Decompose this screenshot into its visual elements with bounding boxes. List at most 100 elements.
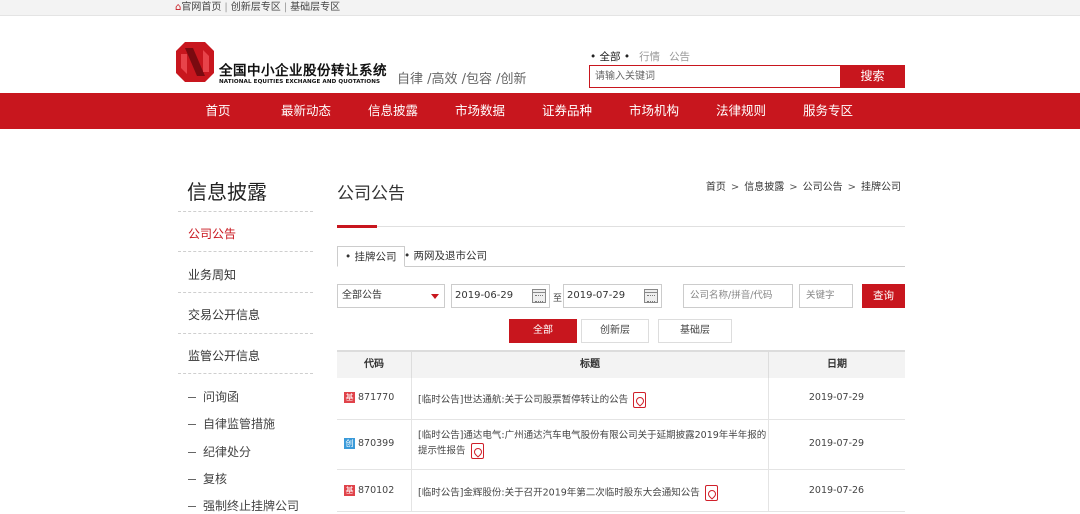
main-nav: 首页 最新动态 信息披露 市场数据 证券品种 市场机构 法律规则 服务专区 bbox=[0, 93, 1080, 129]
top-links-bar: ⌂官网首页 | 创新层专区 | 基础层专区 bbox=[0, 0, 1080, 16]
topbar-separator: | bbox=[224, 2, 228, 13]
sidebar-subitem-label: 自律监管措施 bbox=[203, 417, 276, 431]
search-input[interactable]: 请输入关键词 bbox=[589, 65, 840, 88]
neeq-logo-icon[interactable] bbox=[176, 42, 214, 82]
tier-tab-basic[interactable]: 基础层 bbox=[658, 319, 732, 343]
topbar-link-basic[interactable]: 基础层专区 bbox=[290, 2, 340, 13]
pdf-icon[interactable] bbox=[633, 392, 647, 408]
tier-badge: 基 bbox=[344, 392, 355, 403]
breadcrumb-listed[interactable]: 挂牌公司 bbox=[861, 182, 901, 193]
breadcrumb-arrow: > bbox=[847, 182, 856, 193]
brand-slogan: 自律 /高效 /包容 /创新 bbox=[397, 72, 527, 87]
sidebar-subitem-label: 问询函 bbox=[203, 390, 240, 404]
announcement-type-value: 全部公告 bbox=[342, 290, 382, 301]
sidebar-subitem-label: 纪律处分 bbox=[203, 445, 252, 459]
dash-icon bbox=[188, 424, 196, 425]
calendar-icon[interactable] bbox=[644, 289, 658, 303]
sidebar-item-supervision-info[interactable]: 监管公开信息 bbox=[188, 347, 260, 364]
nav-item-news[interactable]: 最新动态 bbox=[281, 93, 331, 129]
sidebar-subitem-disciplinary[interactable]: 纪律处分 bbox=[188, 443, 251, 460]
brand-name-cn: 全国中小企业股份转让系统 bbox=[219, 63, 387, 79]
sidebar-item-business-notices[interactable]: 业务周知 bbox=[188, 266, 236, 283]
nav-item-market-data[interactable]: 市场数据 bbox=[455, 93, 505, 129]
announcement-title-link[interactable]: [临时公告]通达电气:广州通达汽车电气股份有限公司关于延期披露2019年半年报的… bbox=[418, 429, 768, 459]
table-row[interactable]: 基 870102 [临时公告]金辉股份:关于召开2019年第二次临时股东大会通知公… bbox=[337, 470, 905, 512]
tier-badge: 创 bbox=[344, 438, 355, 449]
tier-badge: 基 bbox=[344, 485, 355, 496]
brand-name-en: NATIONAL EQUITIES EXCHANGE AND QUOTATION… bbox=[219, 79, 381, 85]
dash-icon bbox=[188, 479, 196, 480]
search-scope-tabs: • 全部 • 行情 公告 bbox=[590, 49, 699, 64]
nav-item-institutions[interactable]: 市场机构 bbox=[629, 93, 679, 129]
keyword-input[interactable]: 关键字 bbox=[799, 284, 853, 308]
search-tab-all[interactable]: • 全部 • bbox=[590, 51, 630, 63]
dash-icon bbox=[188, 506, 196, 507]
search-tab-announcements[interactable]: 公告 bbox=[669, 51, 690, 63]
sidebar-subitem-review[interactable]: 复核 bbox=[188, 470, 227, 487]
date-range-to-label: 至 bbox=[553, 294, 563, 304]
sidebar-subitem-inquiry[interactable]: 问询函 bbox=[188, 388, 239, 405]
row-code: 基 871770 bbox=[344, 392, 394, 403]
announcement-date: 2019-07-29 bbox=[808, 438, 865, 449]
table-row[interactable]: 创 870399 [临时公告]通达电气:广州通达汽车电气股份有限公司关于延期披露2… bbox=[337, 420, 905, 470]
announcement-title-link[interactable]: [临时公告]金辉股份:关于召开2019年第二次临时股东大会通知公告 bbox=[418, 485, 768, 501]
sidebar-divider bbox=[178, 251, 313, 252]
title-accent-bar bbox=[337, 225, 377, 228]
topbar-separator: | bbox=[283, 2, 288, 13]
announcement-date: 2019-07-29 bbox=[808, 392, 865, 403]
sidebar-subitem-self-regulation[interactable]: 自律监管措施 bbox=[188, 415, 275, 432]
pdf-icon[interactable] bbox=[470, 443, 484, 459]
tier-tab-innovation[interactable]: 创新层 bbox=[581, 319, 649, 343]
sidebar-subitem-delisting[interactable]: 强制终止挂牌公司 bbox=[188, 497, 299, 514]
search-tab-quotes[interactable]: 行情 bbox=[639, 51, 660, 63]
sidebar-divider bbox=[178, 333, 313, 334]
tier-tab-all[interactable]: 全部 bbox=[509, 319, 577, 343]
tab-delisted-companies[interactable]: • 两网及退市公司 bbox=[397, 246, 494, 267]
page-title: 公司公告 bbox=[337, 184, 405, 204]
cell-divider bbox=[411, 378, 412, 419]
row-code: 创 870399 bbox=[344, 438, 394, 449]
announcement-title: [临时公告]金辉股份:关于召开2019年第二次临时股东大会通知公告 bbox=[418, 487, 700, 499]
security-code: 870102 bbox=[358, 485, 395, 496]
security-code: 870399 bbox=[358, 438, 395, 449]
tab-listed-companies[interactable]: • 挂牌公司 bbox=[337, 246, 405, 267]
pdf-icon[interactable] bbox=[704, 485, 718, 501]
nav-item-disclosure[interactable]: 信息披露 bbox=[368, 93, 418, 129]
nav-item-services[interactable]: 服务专区 bbox=[803, 93, 853, 129]
date-from-input[interactable]: 2019-06-29 bbox=[451, 284, 550, 308]
company-search-input[interactable]: 公司名称/拼音/代码 bbox=[683, 284, 793, 308]
sidebar-item-trading-info[interactable]: 交易公开信息 bbox=[188, 306, 260, 323]
search-button[interactable]: 搜索 bbox=[840, 65, 905, 88]
sidebar-title: 信息披露 bbox=[187, 180, 267, 204]
breadcrumb-home[interactable]: 首页 bbox=[706, 182, 726, 193]
announcement-type-select[interactable]: 全部公告 bbox=[337, 284, 445, 308]
date-to-input[interactable]: 2019-07-29 bbox=[563, 284, 662, 308]
nav-item-home[interactable]: 首页 bbox=[205, 93, 230, 129]
calendar-icon[interactable] bbox=[532, 289, 546, 303]
query-button[interactable]: 查询 bbox=[862, 284, 905, 308]
dash-icon bbox=[188, 452, 196, 453]
date-to-value: 2019-07-29 bbox=[567, 290, 626, 301]
table-header: 代码 标题 日期 bbox=[337, 350, 905, 378]
nav-item-rules[interactable]: 法律规则 bbox=[716, 93, 766, 129]
breadcrumb-arrow: > bbox=[730, 182, 740, 193]
announcement-title-link[interactable]: [临时公告]世达通航:关于公司股票暂停转让的公告 bbox=[418, 392, 768, 408]
brand-name[interactable]: 全国中小企业股份转让系统 NATIONAL EQUITIES EXCHANGE … bbox=[219, 64, 387, 86]
column-header-code: 代码 bbox=[364, 359, 384, 370]
breadcrumb-disclosure[interactable]: 信息披露 bbox=[744, 182, 784, 193]
title-divider bbox=[337, 226, 905, 227]
breadcrumb-announcements[interactable]: 公司公告 bbox=[803, 182, 843, 193]
sidebar-subitem-label: 复核 bbox=[203, 472, 228, 486]
security-code: 871770 bbox=[358, 392, 395, 403]
sidebar-item-company-announcements[interactable]: 公司公告 bbox=[188, 225, 236, 242]
announcement-date: 2019-07-26 bbox=[808, 485, 865, 496]
topbar-link-home[interactable]: 官网首页 bbox=[181, 2, 221, 13]
table-row[interactable]: 基 871770 [临时公告]世达通航:关于公司股票暂停转让的公告 2019-07… bbox=[337, 378, 905, 420]
column-header-date: 日期 bbox=[768, 352, 905, 378]
topbar-link-innovation[interactable]: 创新层专区 bbox=[231, 2, 281, 13]
nav-item-securities[interactable]: 证券品种 bbox=[542, 93, 592, 129]
sidebar-divider bbox=[178, 292, 313, 293]
breadcrumb-arrow: > bbox=[789, 182, 798, 193]
sidebar-subitem-label: 强制终止挂牌公司 bbox=[203, 499, 300, 513]
sidebar-divider bbox=[178, 211, 313, 212]
